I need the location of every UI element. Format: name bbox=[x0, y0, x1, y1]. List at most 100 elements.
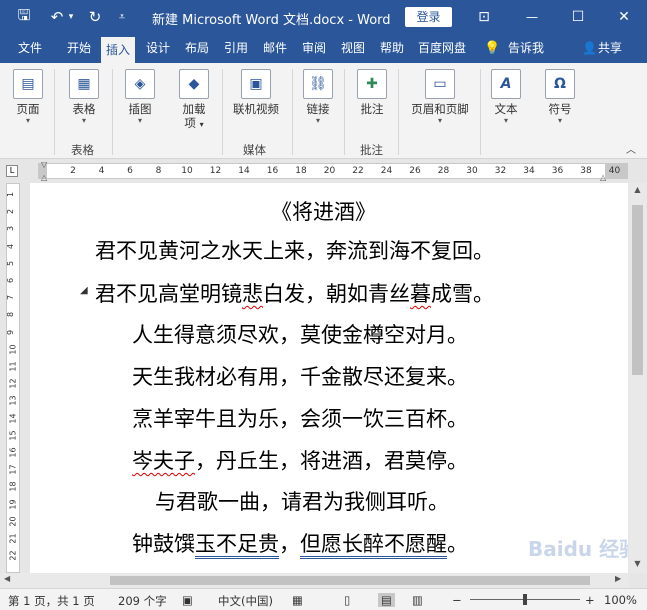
window-title: 新建 Microsoft Word 文档.docx - Word bbox=[152, 13, 391, 28]
zoom-slider-thumb[interactable] bbox=[523, 594, 527, 605]
save-icon[interactable]: 🖫 bbox=[14, 0, 34, 34]
paragraph-mark-icon: ◢ bbox=[80, 285, 88, 296]
poem-line-1: 君不见黄河之水天上来，奔流到海不复回。 bbox=[95, 239, 494, 263]
tab-view[interactable]: 视图 bbox=[341, 34, 365, 63]
tab-mailings[interactable]: 邮件 bbox=[263, 34, 287, 63]
tab-insert[interactable]: 插入 bbox=[101, 37, 136, 63]
poem-title: 《将进酒》 bbox=[271, 200, 376, 224]
ruler-tick-label: 4 bbox=[98, 166, 105, 176]
ruler-tick-label: 36 bbox=[551, 166, 564, 176]
ruler-tick-label: 24 bbox=[380, 166, 393, 176]
tell-me-search[interactable]: 告诉我 bbox=[508, 34, 544, 63]
vertical-scroll-thumb[interactable] bbox=[632, 205, 643, 375]
comment-label: 批注 bbox=[360, 102, 384, 116]
poem-line-7: 与君歌一曲，请君为我侧耳听。 bbox=[155, 490, 449, 514]
web-layout-icon[interactable]: ▥ bbox=[412, 593, 423, 607]
tab-review[interactable]: 审阅 bbox=[302, 34, 326, 63]
ribbon-insert: ▤ 页面 ▾ ▦ 表格 ▾ 表格 ◈ 插图 ▾ ◆ 加载 项 ▾ ▣ 联机视频 … bbox=[0, 63, 647, 159]
horizontal-ruler[interactable]: 2 4 6 8 10 12 14 16 18 20 22 24 26 28 30 32 34 36 38 40 bbox=[38, 163, 628, 179]
poem-line-2: 君不见高堂明镜悲白发，朝如青丝暮成雪。 bbox=[95, 282, 494, 306]
online-video-button[interactable]: ▣ 联机视频 bbox=[228, 69, 284, 116]
addins-button[interactable]: ◆ 加载 项 ▾ bbox=[176, 69, 212, 132]
vruler-tick-label: 16 bbox=[8, 447, 18, 458]
macro-recording-icon[interactable]: ▦ bbox=[292, 593, 303, 607]
tab-design[interactable]: 设计 bbox=[146, 34, 170, 63]
vruler-tick-label: 1 bbox=[6, 191, 16, 198]
zoom-out-button[interactable]: − bbox=[452, 593, 462, 607]
ruler-tick-label: 18 bbox=[295, 166, 307, 176]
table-button[interactable]: ▦ 表格 ▾ bbox=[66, 69, 102, 126]
tab-layout[interactable]: 布局 bbox=[185, 34, 209, 63]
right-indent-marker[interactable]: △ bbox=[600, 173, 610, 182]
scroll-right-icon[interactable]: ▶ bbox=[615, 574, 621, 583]
page-button[interactable]: ▤ 页面 ▾ bbox=[10, 69, 46, 126]
tab-baidu-netdisk[interactable]: 百度网盘 bbox=[418, 34, 466, 63]
vruler-tick-label: 2 bbox=[6, 209, 16, 215]
vertical-ruler[interactable]: 1 2 3 4 5 6 7 8 9 10 11 12 13 14 15 16 17 18 19 20 21 22 bbox=[6, 183, 20, 573]
close-icon[interactable]: ✕ bbox=[612, 0, 636, 34]
zoom-level[interactable]: 100% bbox=[604, 593, 637, 607]
vruler-tick-label: 15 bbox=[8, 430, 18, 441]
collapse-ribbon-icon[interactable]: ︿ bbox=[626, 141, 636, 156]
ruler-tick-label: 22 bbox=[352, 166, 364, 176]
maximize-icon[interactable]: ☐ bbox=[566, 0, 590, 34]
tab-references[interactable]: 引用 bbox=[224, 34, 248, 63]
tab-file[interactable]: 文件 bbox=[18, 34, 42, 63]
header-footer-dropdown-icon: ▾ bbox=[437, 116, 442, 125]
tab-help[interactable]: 帮助 bbox=[380, 34, 404, 63]
illustrations-dropdown-icon: ▾ bbox=[137, 116, 142, 125]
status-bar: 第 1 页，共 1 页 209 个字 ▣ 中文(中国) ▦ ▯ ▤ ▥ − + … bbox=[0, 588, 647, 610]
hanging-indent-marker[interactable]: △ bbox=[41, 173, 51, 182]
document-page[interactable]: 《将进酒》 君不见黄河之水天上来，奔流到海不复回。 ◢ 君不见高堂明镜悲白发，朝… bbox=[30, 183, 628, 573]
group-label-table: 表格 bbox=[71, 143, 94, 157]
lightbulb-icon[interactable]: 💡 bbox=[484, 34, 500, 63]
tab-home[interactable]: 开始 bbox=[67, 34, 91, 63]
comment-button[interactable]: ✚ 批注 bbox=[354, 69, 390, 116]
vruler-tick-label: 7 bbox=[6, 295, 16, 301]
zoom-in-button[interactable]: + bbox=[585, 593, 595, 607]
page-dropdown-icon: ▾ bbox=[25, 116, 30, 125]
scroll-up-icon[interactable]: ▲ bbox=[629, 185, 646, 194]
ribbon-divider bbox=[292, 69, 293, 155]
ruler-tick-label: 40 bbox=[608, 166, 621, 176]
horizontal-scrollbar[interactable]: ◀ ▶ bbox=[0, 573, 629, 588]
addins-dropdown-icon: ▾ bbox=[199, 120, 204, 129]
word-count[interactable]: 209 个字 bbox=[118, 593, 167, 609]
illustrations-button[interactable]: ◈ 插图 ▾ bbox=[122, 69, 158, 126]
vruler-tick-label: 11 bbox=[8, 361, 18, 372]
link-icon: ⛓ bbox=[303, 69, 333, 99]
omega-symbol-icon: Ω bbox=[545, 69, 575, 99]
print-layout-icon[interactable]: ▤ bbox=[378, 593, 395, 607]
tab-selector-icon[interactable]: L bbox=[6, 165, 18, 177]
illustrations-label: 插图 bbox=[128, 102, 152, 116]
vruler-tick-label: 9 bbox=[6, 329, 16, 335]
header-footer-label: 页眉和页脚 bbox=[411, 102, 469, 116]
page-count[interactable]: 第 1 页，共 1 页 bbox=[8, 593, 95, 609]
read-mode-icon[interactable]: ▯ bbox=[344, 593, 350, 607]
redo-icon[interactable]: ↻ bbox=[86, 0, 104, 34]
text-button[interactable]: A 文本 ▾ bbox=[488, 69, 524, 126]
symbols-button[interactable]: Ω 符号 ▾ bbox=[542, 69, 578, 126]
addins-icon: ◆ bbox=[179, 69, 209, 99]
ribbon-display-options-icon[interactable]: ⊡ bbox=[474, 0, 494, 34]
proofing-icon[interactable]: ▣ bbox=[182, 593, 193, 607]
minimize-icon[interactable]: — bbox=[520, 0, 544, 34]
text-label: 文本 bbox=[494, 102, 518, 116]
language-indicator[interactable]: 中文(中国) bbox=[218, 593, 273, 609]
links-button[interactable]: ⛓ 链接 ▾ bbox=[300, 69, 336, 126]
share-button[interactable]: 共享 bbox=[598, 34, 622, 63]
login-button[interactable]: 登录 bbox=[405, 7, 452, 27]
customize-toolbar-icon[interactable]: ⩡ bbox=[114, 0, 130, 34]
horizontal-scroll-thumb[interactable] bbox=[110, 576, 590, 585]
share-person-icon[interactable]: 👤 bbox=[582, 34, 597, 63]
header-footer-button[interactable]: ▭ 页眉和页脚 ▾ bbox=[408, 69, 472, 126]
page-label: 页面 bbox=[16, 102, 40, 116]
vertical-scrollbar[interactable]: ▲ ▼ bbox=[629, 183, 646, 573]
first-line-indent-marker[interactable]: ▽ bbox=[41, 160, 51, 169]
scroll-left-icon[interactable]: ◀ bbox=[4, 574, 10, 583]
undo-dropdown-icon[interactable]: ▾ bbox=[66, 0, 76, 34]
addins-label-2: 项 ▾ bbox=[184, 116, 204, 130]
scroll-down-icon[interactable]: ▼ bbox=[629, 559, 646, 568]
ruler-tick-label: 38 bbox=[580, 166, 592, 176]
undo-icon[interactable]: ↶ bbox=[48, 0, 66, 34]
